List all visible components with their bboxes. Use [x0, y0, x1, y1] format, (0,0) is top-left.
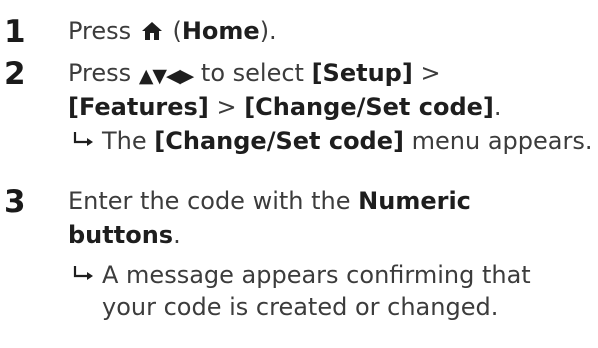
nav-arrows-icon: ▲▼◀▶ — [138, 65, 194, 87]
to-select-text: to select — [200, 59, 304, 87]
period: . — [173, 221, 181, 249]
press-text: Press — [68, 59, 132, 87]
result-line-1: A message appears confirming that — [102, 261, 531, 289]
features-label: [Features] — [68, 93, 209, 121]
enter-code-text: Enter the code with the — [68, 187, 351, 215]
step-3-line-2: buttons. — [68, 220, 181, 250]
result-arrow-icon — [73, 266, 93, 280]
step-number: 3 — [4, 184, 26, 220]
change-set-code-label: [Change/Set code] — [244, 93, 494, 121]
step-number: 2 — [4, 56, 26, 92]
home-icon — [141, 22, 162, 40]
step-2-result: The [Change/Set code] menu appears. — [72, 126, 592, 156]
result-post: menu appears. — [411, 127, 593, 155]
home-label: Home — [181, 17, 260, 45]
step-1-line: Press (Home). — [68, 16, 277, 46]
step-3-line-1: Enter the code with the Numeric — [68, 186, 471, 216]
period: . — [493, 93, 502, 121]
step-3-result-line-1: A message appears confirming that — [72, 260, 531, 290]
step-3-result-line-2: your code is created or changed. — [102, 292, 498, 322]
separator: > — [420, 59, 441, 87]
numeric-label: Numeric — [358, 187, 471, 215]
separator: > — [216, 93, 237, 121]
buttons-label: buttons — [68, 221, 174, 249]
result-line-2: your code is created or changed. — [102, 293, 499, 321]
result-arrow-icon — [73, 132, 93, 146]
step-number: 1 — [4, 14, 26, 50]
result-pre: The — [102, 127, 147, 155]
setup-label: [Setup] — [311, 59, 413, 87]
step-2-line-1: Press ▲▼◀▶ to select [Setup] > — [68, 58, 441, 91]
change-set-code-menu-label: [Change/Set code] — [154, 127, 404, 155]
step-2-line-2: [Features] > [Change/Set code]. — [68, 92, 502, 122]
press-text: Press — [68, 17, 132, 45]
close-paren: ). — [259, 17, 277, 45]
open-paren: ( — [172, 17, 182, 45]
